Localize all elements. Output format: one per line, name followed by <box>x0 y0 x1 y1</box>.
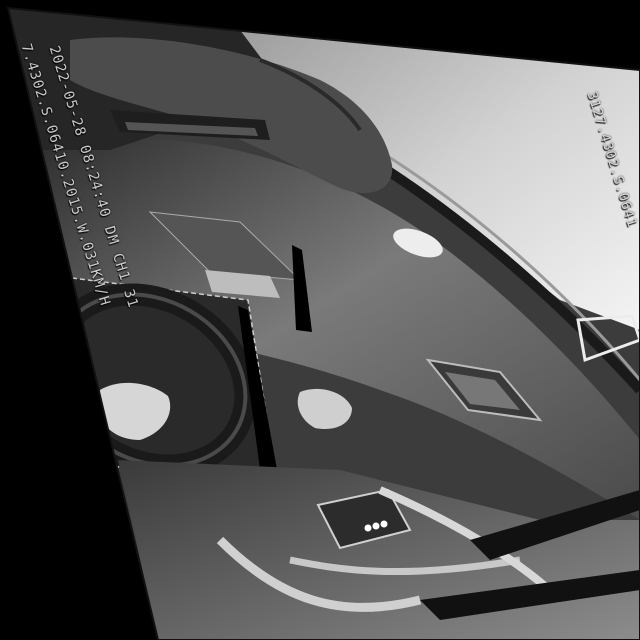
dashcam-scene <box>0 0 640 640</box>
card-reader-led-1 <box>364 524 372 532</box>
card-reader-led-3 <box>380 520 388 528</box>
card-reader-led-2 <box>372 522 380 530</box>
dashcam-frame: 2022-05-28 08:24:40 DM CH1 31 7.4302.S.0… <box>0 0 640 640</box>
